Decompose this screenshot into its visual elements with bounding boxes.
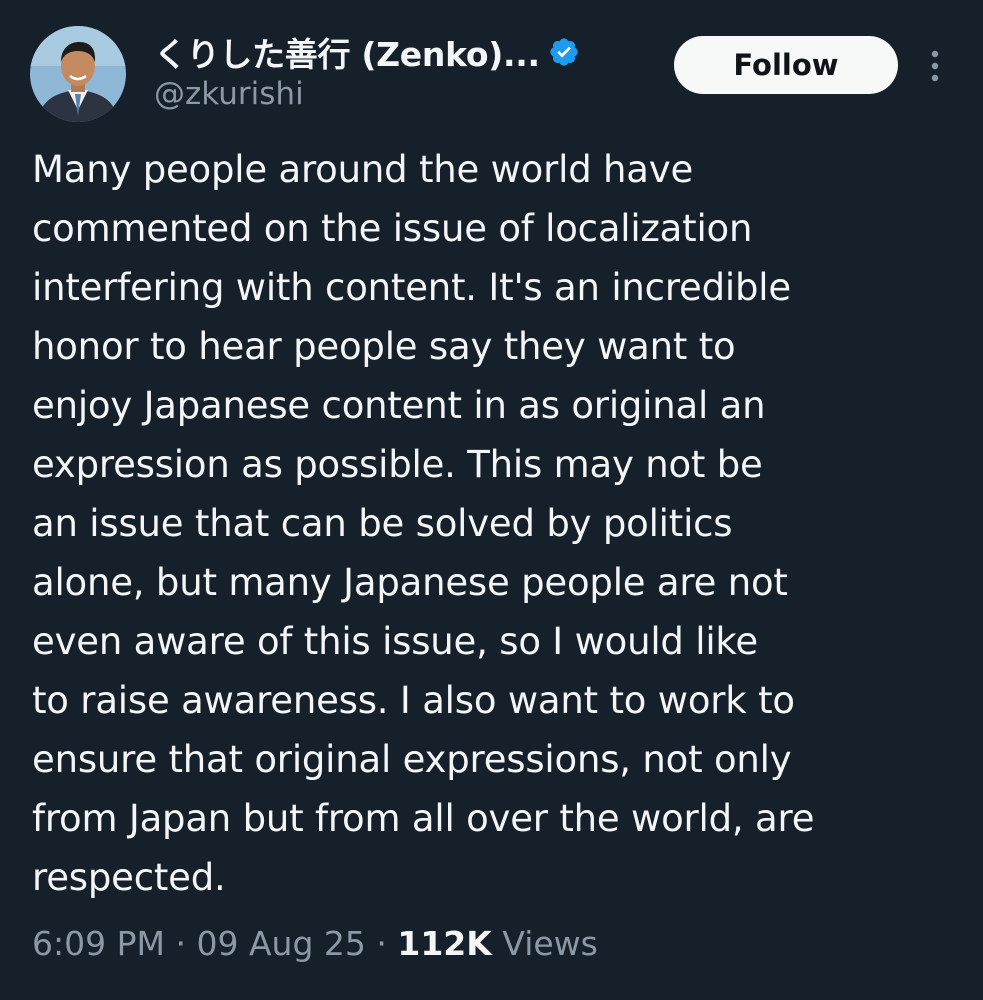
author-display-name[interactable]: くりした善行 (Zenko)... [154,28,540,76]
profile-photo-icon [30,26,126,122]
tweet-text-line: alone, but many Japanese people are not [32,561,788,604]
avatar[interactable] [30,26,126,122]
tweet-text-line: ensure that original expressions, not on… [32,738,792,781]
vertical-ellipsis-icon [931,50,939,82]
tweet-text-line: honor to hear people say they want to [32,325,736,368]
tweet-text-line: Many people around the world have [32,148,694,191]
author-handle[interactable]: @zkurishi [154,76,304,112]
tweet-text: Many people around the world have commen… [32,140,962,907]
meta-separator: · [175,924,186,963]
tweet-text-line: commented on the issue of localization [32,207,753,250]
tweet-text-line: to raise awareness. I also want to work … [32,679,795,722]
tweet-metadata: 6:09 PM · 09 Aug 25 · 112K Views [32,924,598,963]
views-label[interactable]: Views [502,924,598,963]
more-options-button[interactable] [920,46,950,86]
tweet-text-line: respected. [32,856,226,899]
author-name-row: くりした善行 (Zenko)... [154,28,580,76]
tweet-time[interactable]: 6:09 PM [32,924,165,963]
tweet-text-line: an issue that can be solved by politics [32,502,733,545]
meta-separator: · [376,924,387,963]
tweet-text-line: expression as possible. This may not be [32,443,763,486]
views-count[interactable]: 112K [397,924,491,963]
follow-button[interactable]: Follow [674,36,898,94]
verified-badge-icon [550,38,578,66]
tweet-text-line: even aware of this issue, so I would lik… [32,620,758,663]
tweet-date[interactable]: 09 Aug 25 [196,924,365,963]
tweet-text-line: enjoy Japanese content in as original an [32,384,766,427]
tweet-text-line: from Japan but from all over the world, … [32,797,815,840]
tweet-text-line: interfering with content. It's an incred… [32,266,791,309]
tweet-card: くりした善行 (Zenko)... @zkurishi Follow Many … [0,0,983,1000]
